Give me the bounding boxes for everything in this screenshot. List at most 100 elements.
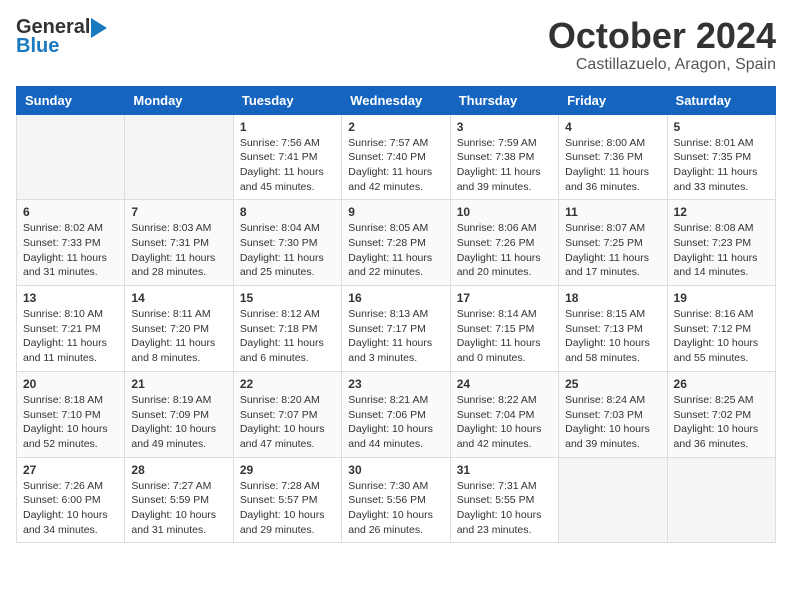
calendar-cell: 4 Sunrise: 8:00 AMSunset: 7:36 PMDaylight… (559, 114, 667, 200)
calendar-day-header: Wednesday (342, 86, 450, 114)
logo-arrow-icon (91, 18, 107, 38)
calendar-header-row: SundayMondayTuesdayWednesdayThursdayFrid… (17, 86, 776, 114)
calendar-cell: 28 Sunrise: 7:27 AMSunset: 5:59 PMDayligh… (125, 457, 233, 543)
day-info: Sunrise: 8:18 AMSunset: 7:10 PMDaylight:… (23, 393, 118, 452)
day-number: 30 (348, 463, 443, 477)
day-info: Sunrise: 8:03 AMSunset: 7:31 PMDaylight:… (131, 221, 226, 280)
calendar-cell: 31 Sunrise: 7:31 AMSunset: 5:55 PMDayligh… (450, 457, 558, 543)
calendar-week-row: 1Sunrise: 7:56 AMSunset: 7:41 PMDaylight… (17, 114, 776, 200)
day-number: 22 (240, 377, 335, 391)
location-title: Castillazuelo, Aragon, Spain (548, 56, 776, 74)
calendar-cell: 15 Sunrise: 8:12 AMSunset: 7:18 PMDayligh… (233, 286, 341, 372)
day-info: Sunrise: 8:02 AMSunset: 7:33 PMDaylight:… (23, 221, 118, 280)
day-info: Sunrise: 8:00 AMSunset: 7:36 PMDaylight:… (565, 136, 660, 195)
day-info: Sunrise: 8:08 AMSunset: 7:23 PMDaylight:… (674, 221, 769, 280)
calendar-cell: 8Sunrise: 8:04 AMSunset: 7:30 PMDaylight… (233, 200, 341, 286)
calendar-cell: 14 Sunrise: 8:11 AMSunset: 7:20 PMDayligh… (125, 286, 233, 372)
day-number: 15 (240, 291, 335, 305)
calendar-cell: 16Sunrise: 8:13 AMSunset: 7:17 PMDayligh… (342, 286, 450, 372)
calendar-week-row: 27Sunrise: 7:26 AMSunset: 6:00 PMDayligh… (17, 457, 776, 543)
day-number: 27 (23, 463, 118, 477)
day-info: Sunrise: 8:15 AMSunset: 7:13 PMDaylight:… (565, 307, 660, 366)
day-number: 9 (348, 205, 443, 219)
calendar-cell: 21Sunrise: 8:19 AMSunset: 7:09 PMDayligh… (125, 371, 233, 457)
day-number: 20 (23, 377, 118, 391)
day-number: 16 (348, 291, 443, 305)
logo-blue-text: Blue (16, 35, 59, 58)
day-number: 25 (565, 377, 660, 391)
day-info: Sunrise: 8:06 AMSunset: 7:26 PMDaylight:… (457, 221, 552, 280)
calendar-cell: 1Sunrise: 7:56 AMSunset: 7:41 PMDaylight… (233, 114, 341, 200)
day-number: 26 (674, 377, 769, 391)
calendar-cell: 17 Sunrise: 8:14 AMSunset: 7:15 PMDayligh… (450, 286, 558, 372)
calendar-cell: 25 Sunrise: 8:24 AMSunset: 7:03 PMDayligh… (559, 371, 667, 457)
day-number: 2 (348, 120, 443, 134)
calendar-cell: 29Sunrise: 7:28 AMSunset: 5:57 PMDayligh… (233, 457, 341, 543)
day-number: 24 (457, 377, 552, 391)
calendar-day-header: Thursday (450, 86, 558, 114)
calendar-cell: 12 Sunrise: 8:08 AMSunset: 7:23 PMDayligh… (667, 200, 775, 286)
day-number: 7 (131, 205, 226, 219)
day-number: 10 (457, 205, 552, 219)
day-info: Sunrise: 8:24 AMSunset: 7:03 PMDaylight:… (565, 393, 660, 452)
day-info: Sunrise: 8:25 AMSunset: 7:02 PMDaylight:… (674, 393, 769, 452)
calendar-cell: 24Sunrise: 8:22 AMSunset: 7:04 PMDayligh… (450, 371, 558, 457)
day-number: 29 (240, 463, 335, 477)
calendar-cell: 18Sunrise: 8:15 AMSunset: 7:13 PMDayligh… (559, 286, 667, 372)
day-number: 8 (240, 205, 335, 219)
day-number: 6 (23, 205, 118, 219)
calendar-cell: 27Sunrise: 7:26 AMSunset: 6:00 PMDayligh… (17, 457, 125, 543)
day-number: 13 (23, 291, 118, 305)
day-number: 5 (674, 120, 769, 134)
day-number: 12 (674, 205, 769, 219)
calendar-cell: 6 Sunrise: 8:02 AMSunset: 7:33 PMDaylight… (17, 200, 125, 286)
day-number: 23 (348, 377, 443, 391)
calendar-day-header: Tuesday (233, 86, 341, 114)
day-number: 1 (240, 120, 335, 134)
day-number: 17 (457, 291, 552, 305)
day-info: Sunrise: 8:12 AMSunset: 7:18 PMDaylight:… (240, 307, 335, 366)
day-info: Sunrise: 8:19 AMSunset: 7:09 PMDaylight:… (131, 393, 226, 452)
day-info: Sunrise: 7:30 AMSunset: 5:56 PMDaylight:… (348, 479, 443, 538)
calendar-cell: 30 Sunrise: 7:30 AMSunset: 5:56 PMDayligh… (342, 457, 450, 543)
calendar-cell (17, 114, 125, 200)
day-number: 4 (565, 120, 660, 134)
calendar-cell: 11 Sunrise: 8:07 AMSunset: 7:25 PMDayligh… (559, 200, 667, 286)
calendar-week-row: 6 Sunrise: 8:02 AMSunset: 7:33 PMDaylight… (17, 200, 776, 286)
day-number: 28 (131, 463, 226, 477)
calendar-day-header: Sunday (17, 86, 125, 114)
calendar-day-header: Saturday (667, 86, 775, 114)
day-info: Sunrise: 8:10 AMSunset: 7:21 PMDaylight:… (23, 307, 118, 366)
day-info: Sunrise: 8:20 AMSunset: 7:07 PMDaylight:… (240, 393, 335, 452)
calendar-cell (667, 457, 775, 543)
calendar-cell: 20 Sunrise: 8:18 AMSunset: 7:10 PMDayligh… (17, 371, 125, 457)
day-info: Sunrise: 8:07 AMSunset: 7:25 PMDaylight:… (565, 221, 660, 280)
calendar-table: SundayMondayTuesdayWednesdayThursdayFrid… (16, 86, 776, 544)
day-info: Sunrise: 7:27 AMSunset: 5:59 PMDaylight:… (131, 479, 226, 538)
calendar-cell: 19Sunrise: 8:16 AMSunset: 7:12 PMDayligh… (667, 286, 775, 372)
calendar-cell: 3Sunrise: 7:59 AMSunset: 7:38 PMDaylight… (450, 114, 558, 200)
calendar-cell: 13 Sunrise: 8:10 AMSunset: 7:21 PMDayligh… (17, 286, 125, 372)
header: General Blue October 2024 Castillazuelo,… (16, 16, 776, 74)
calendar-cell: 22 Sunrise: 8:20 AMSunset: 7:07 PMDayligh… (233, 371, 341, 457)
day-info: Sunrise: 7:59 AMSunset: 7:38 PMDaylight:… (457, 136, 552, 195)
day-info: Sunrise: 8:21 AMSunset: 7:06 PMDaylight:… (348, 393, 443, 452)
calendar-day-header: Friday (559, 86, 667, 114)
day-info: Sunrise: 8:14 AMSunset: 7:15 PMDaylight:… (457, 307, 552, 366)
day-number: 19 (674, 291, 769, 305)
calendar-cell: 26 Sunrise: 8:25 AMSunset: 7:02 PMDayligh… (667, 371, 775, 457)
calendar-cell: 23 Sunrise: 8:21 AMSunset: 7:06 PMDayligh… (342, 371, 450, 457)
day-number: 11 (565, 205, 660, 219)
calendar-week-row: 13 Sunrise: 8:10 AMSunset: 7:21 PMDayligh… (17, 286, 776, 372)
day-info: Sunrise: 7:31 AMSunset: 5:55 PMDaylight:… (457, 479, 552, 538)
calendar-cell: 9Sunrise: 8:05 AMSunset: 7:28 PMDaylight… (342, 200, 450, 286)
day-number: 14 (131, 291, 226, 305)
title-area: October 2024 Castillazuelo, Aragon, Spai… (548, 16, 776, 74)
calendar-cell: 5Sunrise: 8:01 AMSunset: 7:35 PMDaylight… (667, 114, 775, 200)
calendar-cell (125, 114, 233, 200)
calendar-cell: 7 Sunrise: 8:03 AMSunset: 7:31 PMDaylight… (125, 200, 233, 286)
calendar-week-row: 20 Sunrise: 8:18 AMSunset: 7:10 PMDayligh… (17, 371, 776, 457)
day-number: 31 (457, 463, 552, 477)
day-info: Sunrise: 8:11 AMSunset: 7:20 PMDaylight:… (131, 307, 226, 366)
day-info: Sunrise: 7:57 AMSunset: 7:40 PMDaylight:… (348, 136, 443, 195)
